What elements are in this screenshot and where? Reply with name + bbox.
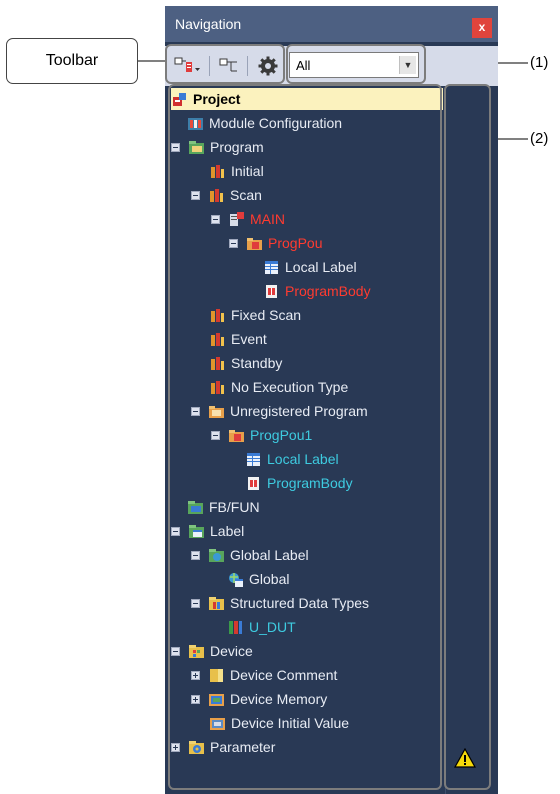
toolbar-callout-label: Toolbar <box>45 52 99 69</box>
title-bar: Navigation x <box>165 6 498 42</box>
window-title: Navigation <box>175 16 242 32</box>
toolbar-highlight <box>165 44 285 84</box>
annotation-1: (1) <box>530 54 549 71</box>
annotation-2: (2) <box>530 130 549 147</box>
close-button[interactable]: x <box>472 18 492 38</box>
status-column-highlight <box>444 84 491 790</box>
toolbar-callout: Toolbar <box>6 38 138 84</box>
tree-highlight <box>168 84 442 790</box>
filter-highlight <box>286 44 426 84</box>
